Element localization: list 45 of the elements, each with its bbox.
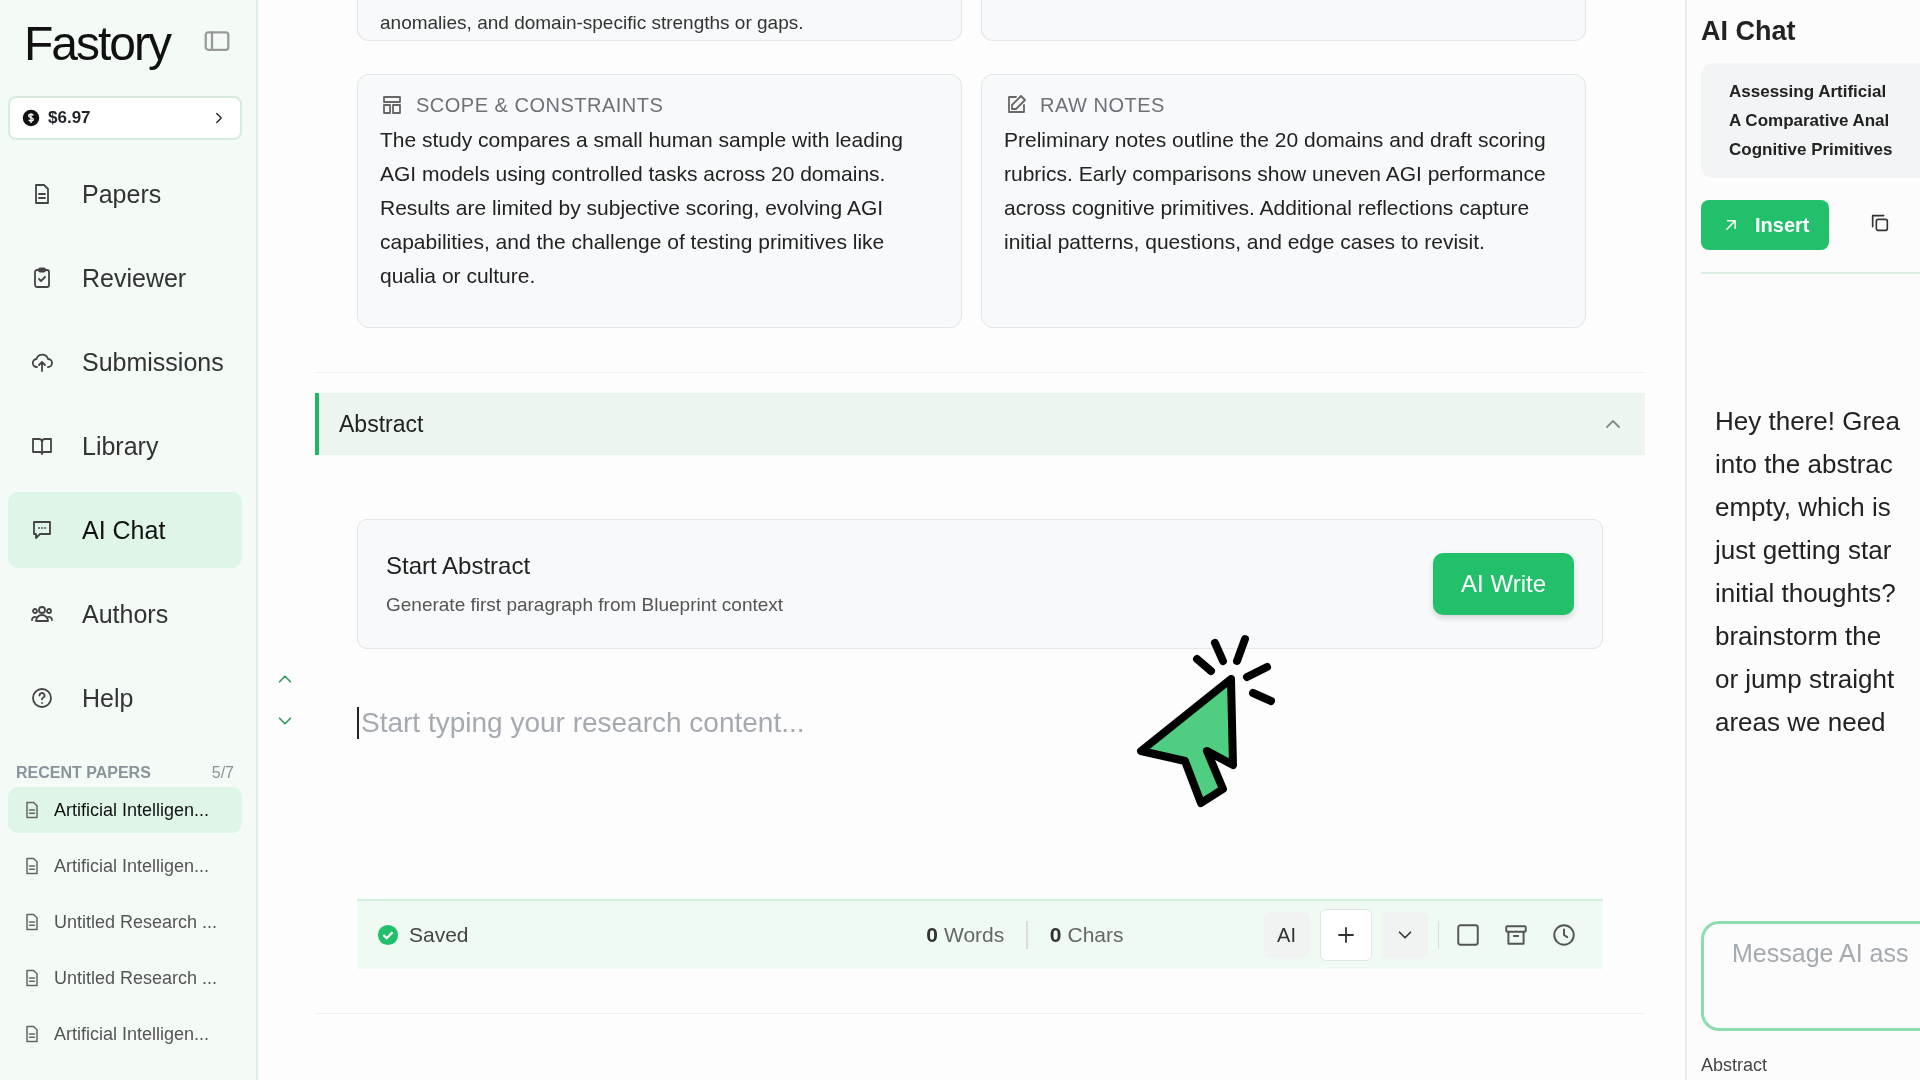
- message-input[interactable]: Message AI ass: [1701, 921, 1920, 1031]
- recent-paper-item[interactable]: Artificial Intelligen...: [8, 843, 242, 889]
- nav-item[interactable]: Papers: [8, 156, 242, 232]
- panel-title: AI Chat: [1701, 16, 1797, 47]
- section-header[interactable]: Abstract: [315, 393, 1645, 455]
- nav-item[interactable]: Help: [8, 660, 242, 736]
- clock-icon: [1551, 922, 1577, 948]
- nav-item[interactable]: Library: [8, 408, 242, 484]
- assistant-message: Hey there! Grea into the abstrac empty, which is just getting star initial thoughts? brainstorm the or jump straight areas we need: [1713, 405, 1901, 739]
- nav-item[interactable]: AI Chat: [8, 492, 242, 568]
- square-icon: [1455, 922, 1481, 948]
- recent-paper-item[interactable]: Artificial Intelligen...: [8, 787, 242, 833]
- save-status: Saved: [409, 923, 469, 947]
- card-title: RAW NOTES: [1040, 93, 1165, 117]
- char-count: 0 Chars: [1049, 923, 1124, 947]
- nav-item[interactable]: Submissions: [8, 324, 242, 400]
- ai-button[interactable]: AI: [1263, 912, 1310, 958]
- paper-count: 5/7: [211, 764, 234, 782]
- balance-amount: $6.97: [48, 108, 92, 128]
- recent-paper-item[interactable]: Untitled Research ...: [8, 955, 242, 1001]
- chat-bubble-icon: [30, 518, 54, 542]
- nav-item[interactable]: Reviewer: [8, 240, 242, 316]
- help-icon: [30, 686, 54, 710]
- card-text: anomalies, and domain-specific strengths or gaps.: [380, 12, 804, 34]
- card-title: SCOPE & CONSTRAINTS: [416, 93, 664, 117]
- nav-item[interactable]: Authors: [8, 576, 242, 652]
- balance-button[interactable]: $6.97: [8, 96, 242, 140]
- dollar-coin-icon: [22, 109, 40, 127]
- context-card: Assessing Artificial A Comparative Anal Cognitive Primitives: [1701, 63, 1920, 178]
- card-text: Preliminary notes outline the 20 domains and draft scoring rubrics. Early comparisons show uneven AGI performance across cognitive primitives. Additional reflections capture initial patterns, questions, and edge cases to revisit.: [1004, 127, 1547, 255]
- layout-icon: [380, 93, 404, 117]
- card-text: The study compares a small human sample with leading AGI models using controlled tasks across 20 domains. Results are limited by subjective scoring, evolving AGI capabilities, and the challenge of testing primitives like qualia or culture.: [380, 127, 904, 289]
- app-logo: Fastory: [24, 15, 171, 71]
- check-circle-icon: [377, 924, 399, 946]
- section-title: Abstract: [339, 410, 424, 438]
- recent-paper-item[interactable]: Artificial Intelligen...: [8, 1011, 242, 1057]
- recent-paper-item[interactable]: Untitled Research ...: [8, 899, 242, 945]
- archive-icon: [1503, 922, 1529, 948]
- add-button[interactable]: [1319, 909, 1372, 961]
- word-count: 0 Words: [926, 923, 1005, 947]
- section-heading: RECENT PAPERS: [16, 764, 151, 782]
- editor-field[interactable]: Start typing your research content...: [357, 707, 1161, 739]
- context-label: Abstract: [1701, 1055, 1769, 1076]
- card-subtitle: Generate first paragraph from Blueprint context: [386, 594, 784, 616]
- card-title: Start Abstract: [386, 552, 532, 580]
